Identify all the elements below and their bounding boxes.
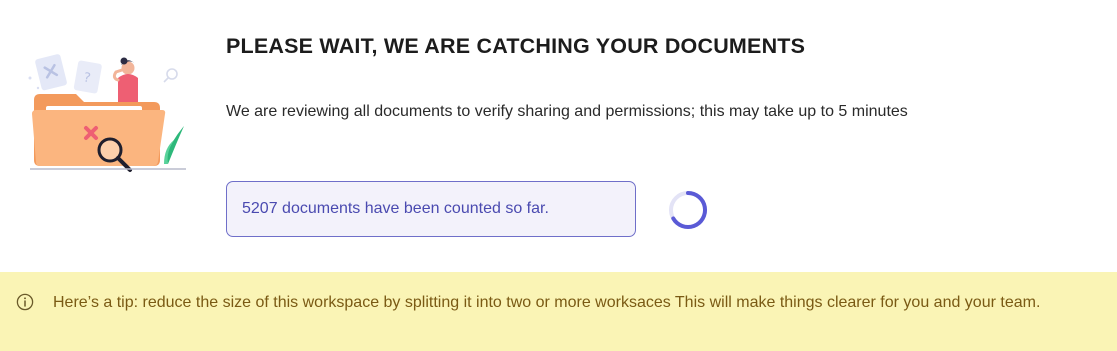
info-icon <box>16 293 34 311</box>
document-count-box: 5207 documents have been counted so far. <box>226 181 636 237</box>
tip-text: Here’s a tip: reduce the size of this wo… <box>53 294 1041 311</box>
status-description: We are reviewing all documents to verify… <box>226 103 908 120</box>
page-title: PLEASE WAIT, WE ARE CATCHING YOUR DOCUME… <box>226 34 806 58</box>
document-count-label: 5207 documents have been counted so far. <box>242 200 549 217</box>
document-search-illustration: ? <box>28 54 186 172</box>
loading-panel: ? PLEASE WAIT, WE ARE CATCHING YOUR DOCU… <box>0 0 1117 272</box>
loading-spinner-icon <box>669 191 708 229</box>
